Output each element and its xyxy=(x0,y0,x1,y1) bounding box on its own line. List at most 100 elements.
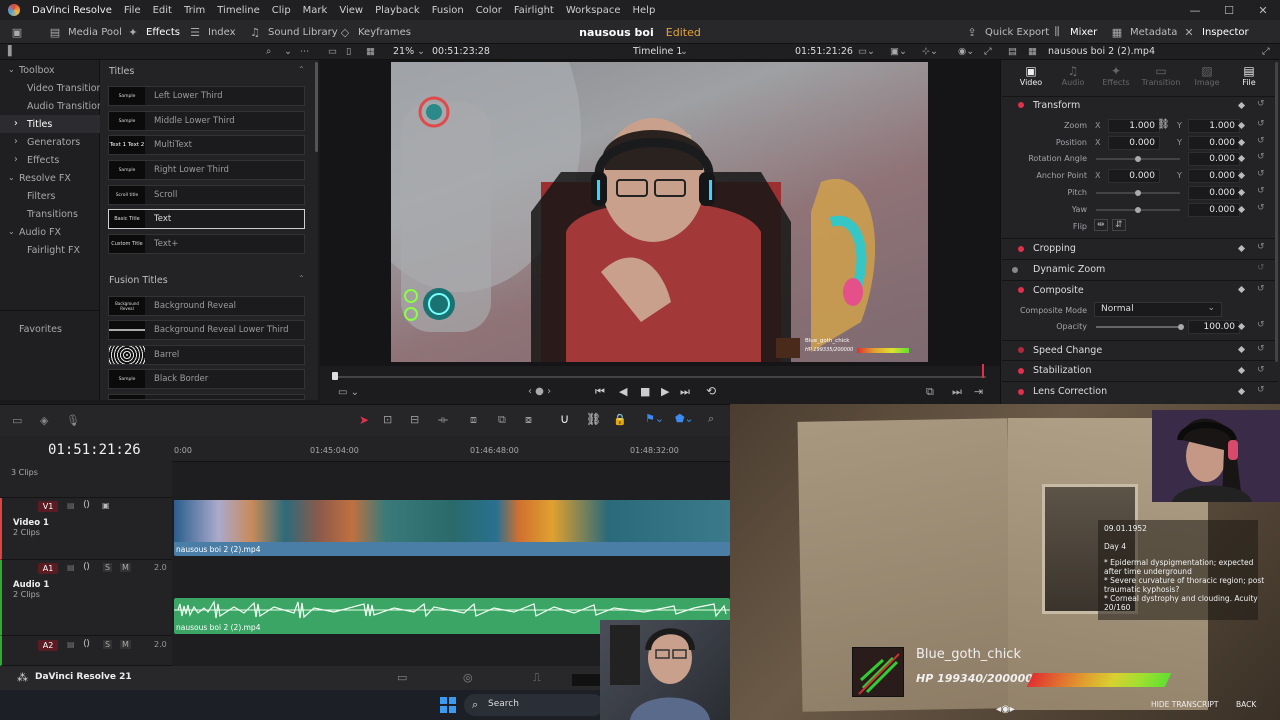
track-a2-badge[interactable]: A2 xyxy=(38,640,58,651)
options-chevron-icon[interactable]: ⌄ xyxy=(284,46,292,57)
back-button[interactable]: BACK xyxy=(1236,700,1256,709)
anchor-y-input[interactable]: 0.000 xyxy=(1188,169,1240,183)
hide-transcript-button[interactable]: HIDE TRANSCRIPT xyxy=(1151,700,1219,709)
position-lock-icon[interactable]: 🔒 xyxy=(613,413,627,426)
sidebar-item-video-transitions[interactable]: Video Transitions xyxy=(27,83,108,94)
composite-reset-icon[interactable]: ↺ xyxy=(1257,284,1265,294)
pitch-slider-knob[interactable] xyxy=(1135,190,1141,196)
track-lock-icon[interactable]: ▤ xyxy=(67,501,75,510)
minimize-icon[interactable]: — xyxy=(1178,4,1212,17)
next-edit-icon[interactable]: ⏭ xyxy=(952,385,962,399)
title-item-scroll[interactable]: Scroll title Scroll xyxy=(108,185,305,205)
viewer-grid-icon[interactable]: ▦ xyxy=(366,46,375,57)
zoom-link-icon[interactable]: ⛓ xyxy=(1157,119,1170,130)
inspector-panel-icon[interactable]: ▤ xyxy=(1008,46,1017,57)
menu-color[interactable]: Color xyxy=(470,5,508,16)
flip-vertical-icon[interactable]: ⇵ xyxy=(1112,219,1126,231)
last-frame-icon[interactable]: ⇥ xyxy=(974,385,983,398)
fusion-item-barrel[interactable]: Barrel xyxy=(108,345,305,365)
page-media-icon[interactable]: ▭ xyxy=(397,671,407,684)
yaw-input[interactable]: 0.000 xyxy=(1188,203,1240,217)
opacity-slider[interactable] xyxy=(1096,326,1180,328)
match-frame-icon[interactable]: ⧉ xyxy=(926,385,934,399)
dynamic-trim-icon[interactable]: ⊟ xyxy=(410,413,419,426)
linked-selection-icon[interactable]: ⛓ xyxy=(586,412,601,426)
composite-mode-select[interactable]: Normal ⌄ xyxy=(1094,302,1222,317)
cropping-reset-icon[interactable]: ↺ xyxy=(1257,242,1265,252)
selection-tool-icon[interactable]: ➤ xyxy=(359,413,369,427)
position-x-input[interactable]: 0.000 xyxy=(1108,136,1160,150)
stabilization-reset-icon[interactable]: ↺ xyxy=(1257,365,1265,375)
video-clip[interactable]: nausous boi 2 (2).mp4 xyxy=(174,500,730,556)
pitch-input[interactable]: 0.000 xyxy=(1188,186,1240,200)
media-pool-button[interactable]: ▤ Media Pool xyxy=(48,20,122,44)
menu-edit[interactable]: Edit xyxy=(147,5,178,16)
menu-trim[interactable]: Trim xyxy=(178,5,211,16)
fusion-item-black-border[interactable]: Sample Black Border xyxy=(108,369,305,389)
transform-enabled-icon[interactable] xyxy=(1018,102,1024,108)
play-icon[interactable]: ▶ xyxy=(661,385,669,398)
menu-timeline[interactable]: Timeline xyxy=(211,5,266,16)
viewer-video-frame[interactable]: Blue_goth_chick HP 199335/200000 xyxy=(391,62,928,362)
mute-button[interactable]: M xyxy=(120,640,131,649)
track-a1-badge[interactable]: A1 xyxy=(38,563,58,574)
rotation-slider-knob[interactable] xyxy=(1135,156,1141,162)
tab-effects[interactable]: ✦ Effects xyxy=(1096,64,1136,87)
zoom-x-input[interactable]: 1.000 xyxy=(1108,119,1160,133)
collapse-titles-icon[interactable]: ⌃ xyxy=(298,65,305,74)
monitor-icon[interactable]: ▣⌄ xyxy=(890,46,907,57)
title-item-multitext[interactable]: Text 1 Text 2 MultiText xyxy=(108,135,305,155)
viewer-layout-icon[interactable]: ▭ xyxy=(328,46,337,57)
color-icon[interactable]: ◉⌄ xyxy=(958,46,974,57)
viewer-scrubber[interactable] xyxy=(334,376,986,378)
titles-expand-icon[interactable]: › xyxy=(14,118,18,129)
sidebar-item-toolbox[interactable]: Toolbox xyxy=(19,65,55,76)
sidebar-item-audio-fx[interactable]: Audio FX xyxy=(19,227,61,238)
flip-horizontal-icon[interactable]: ⇹ xyxy=(1094,219,1108,231)
loop-icon[interactable]: ⟲ xyxy=(706,384,716,398)
zoom-y-input[interactable]: 1.000 xyxy=(1188,119,1240,133)
position-reset-icon[interactable]: ↺ xyxy=(1257,136,1265,146)
timeline-chevron-icon[interactable]: ⌄ xyxy=(680,46,688,57)
sidebar-item-generators[interactable]: Generators xyxy=(27,137,80,148)
title-item-left-lower-third[interactable]: Sample Left Lower Third xyxy=(108,86,305,106)
sidebar-item-resolve-fx[interactable]: Resolve FX xyxy=(19,173,71,184)
jog-icon[interactable]: ‹ ● › xyxy=(528,386,551,397)
effects-scrollbar[interactable] xyxy=(315,62,318,152)
composite-section-header[interactable]: Composite xyxy=(1033,285,1084,296)
microphone-icon[interactable]: 🎙 xyxy=(66,414,80,427)
skip-to-end-icon[interactable]: ⏭ xyxy=(680,385,690,399)
menu-playback[interactable]: Playback xyxy=(369,5,426,16)
keyframes-button[interactable]: ◇ Keyframes xyxy=(338,20,411,44)
anchor-reset-icon[interactable]: ↺ xyxy=(1257,169,1265,179)
track-v1-badge[interactable]: V1 xyxy=(38,501,58,512)
edit-mode-icon[interactable]: ▭ xyxy=(12,414,22,427)
inspector-expand-icon[interactable]: ⤢ xyxy=(1262,46,1270,57)
navigation-arrows-icon[interactable]: ◂◉▸ xyxy=(996,704,1015,715)
transform-reset-icon[interactable]: ↺ xyxy=(1257,99,1265,109)
effects-expand-icon[interactable]: › xyxy=(14,154,18,165)
fusion-item-partial[interactable] xyxy=(108,394,305,400)
search-icon[interactable]: ⌕ xyxy=(266,46,271,57)
menu-file[interactable]: File xyxy=(118,5,147,16)
transform-section-header[interactable]: Transform xyxy=(1033,100,1080,111)
yaw-slider-knob[interactable] xyxy=(1135,207,1141,213)
menu-mark[interactable]: Mark xyxy=(297,5,334,16)
menu-fusion[interactable]: Fusion xyxy=(426,5,470,16)
sidebar-toggle-icon[interactable]: ▌ xyxy=(8,46,15,57)
lens-correction-enabled-icon[interactable] xyxy=(1018,389,1024,395)
dynamic-zoom-reset-icon[interactable]: ↺ xyxy=(1257,263,1265,273)
tab-audio[interactable]: ♫ Audio xyxy=(1053,64,1093,87)
stabilization-enabled-icon[interactable] xyxy=(1018,368,1024,374)
opacity-slider-knob[interactable] xyxy=(1178,324,1184,330)
marker-icon[interactable]: ⬟⌄ xyxy=(675,412,694,425)
layout-toggle-button[interactable]: ▣ xyxy=(10,20,24,44)
scrubber-playhead-start-icon[interactable] xyxy=(332,372,338,380)
zoom-reset-icon[interactable]: ↺ xyxy=(1257,119,1265,129)
replace-clip-icon[interactable]: ⧇ xyxy=(525,413,532,427)
menu-view[interactable]: View xyxy=(333,5,369,16)
viewer-layout-dual-icon[interactable]: ▯ xyxy=(346,46,351,57)
anchor-x-input[interactable]: 0.000 xyxy=(1108,169,1160,183)
sidebar-item-filters[interactable]: Filters xyxy=(27,191,55,202)
sidebar-item-audio-transitions[interactable]: Audio Transitions xyxy=(27,101,108,112)
